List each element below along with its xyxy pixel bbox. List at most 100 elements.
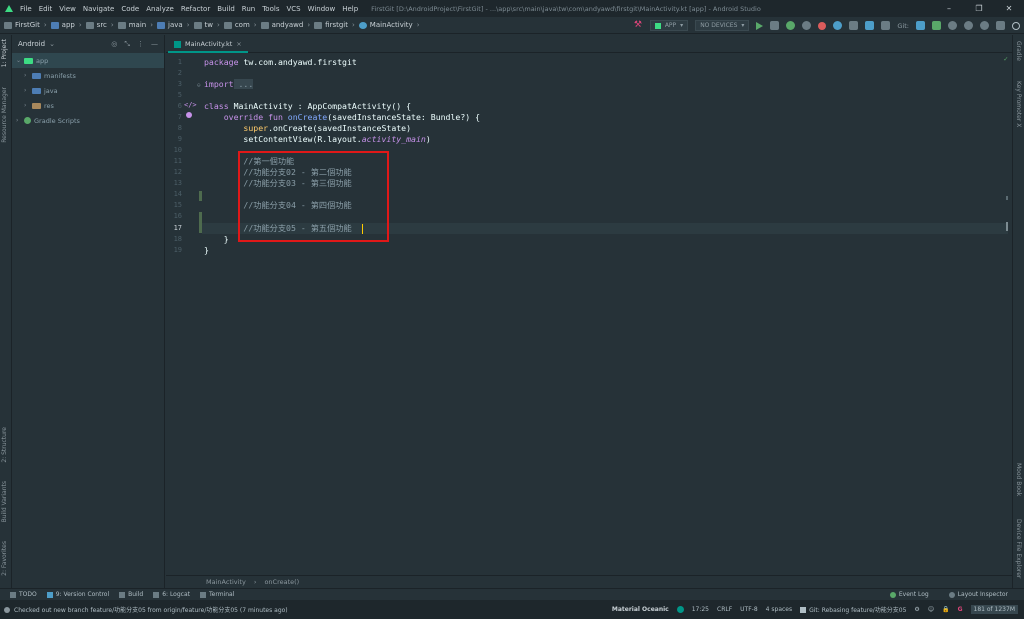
logcat-tab[interactable]: 6: Logcat — [153, 591, 190, 598]
debug-icon[interactable] — [786, 21, 796, 30]
tab-mainactivity[interactable]: MainActivity.kt × — [168, 37, 248, 53]
chevron-right-icon[interactable]: › — [24, 102, 32, 109]
rollback-icon[interactable] — [980, 21, 989, 30]
line-separator[interactable]: CRLF — [717, 606, 732, 613]
search-everywhere-icon[interactable] — [1012, 21, 1020, 30]
layout-inspector-icon[interactable] — [881, 21, 891, 30]
gradle-tab[interactable]: Gradle — [1015, 41, 1022, 61]
indent-setting[interactable]: 4 spaces — [766, 606, 792, 613]
mood-book-tab[interactable]: Mood Book — [1015, 463, 1022, 496]
structure-tab[interactable]: 2: Structure — [1, 427, 8, 463]
menu-view[interactable]: View — [59, 5, 76, 13]
git-push-icon[interactable] — [948, 21, 957, 30]
chevron-right-icon[interactable]: › — [24, 87, 32, 94]
menu-code[interactable]: Code — [121, 5, 139, 13]
tree-item-manifests[interactable]: › manifests — [12, 68, 164, 83]
apply-changes-icon[interactable] — [770, 21, 780, 30]
theme-name[interactable]: Material Oceanic — [612, 606, 669, 613]
target-icon[interactable]: ◎ — [111, 40, 117, 49]
restore-icon[interactable]: ❐ — [964, 0, 994, 17]
lock-icon[interactable]: 🔒 — [942, 606, 949, 613]
tree-item-java[interactable]: › java — [12, 83, 164, 98]
layout-inspector-tab[interactable]: Layout Inspector — [948, 591, 1008, 598]
profile-icon[interactable] — [802, 21, 812, 30]
inspection-ok-icon[interactable]: ✓ — [1004, 55, 1008, 63]
device-file-explorer-tab[interactable]: Device File Explorer — [1015, 519, 1022, 578]
chevron-down-icon: ▾ — [741, 22, 745, 29]
menu-help[interactable]: Help — [342, 5, 358, 13]
sdk-manager-icon[interactable] — [865, 21, 875, 30]
settings-icon[interactable]: ⚙ — [914, 606, 919, 613]
stop-icon[interactable] — [818, 21, 827, 30]
crumb-src[interactable]: src — [85, 21, 107, 29]
git-commit-icon[interactable] — [932, 21, 941, 30]
hammer-icon[interactable]: ⚒ — [634, 21, 643, 30]
history-icon[interactable] — [964, 21, 973, 30]
build-tab[interactable]: Build — [119, 591, 143, 598]
chevron-down-icon[interactable]: ⌄ — [16, 57, 24, 64]
favorites-tab[interactable]: 2: Favorites — [1, 541, 8, 576]
close-icon[interactable]: ✕ — [994, 0, 1024, 17]
crumb-main[interactable]: main — [117, 21, 146, 29]
status-message[interactable]: Checked out new branch feature/功能分支05 fr… — [14, 605, 288, 614]
more-options-icon[interactable]: ⋮ — [137, 40, 144, 49]
tree-item-app[interactable]: ⌄ app — [12, 53, 164, 68]
google-icon[interactable]: G — [958, 606, 963, 613]
crumb-andyawd[interactable]: andyawd — [260, 21, 303, 29]
project-structure-icon[interactable] — [996, 21, 1005, 30]
avd-manager-icon[interactable] — [849, 21, 859, 30]
class-gutter-icon[interactable]: </> — [184, 101, 197, 109]
tree-item-res[interactable]: › res — [12, 98, 164, 113]
memory-indicator[interactable]: 181 of 1237M — [970, 605, 1018, 614]
git-update-icon[interactable] — [916, 21, 925, 30]
package-icon — [314, 21, 323, 29]
event-log-tab[interactable]: Event Log — [889, 591, 929, 598]
run-icon[interactable] — [756, 21, 764, 30]
chevron-down-icon[interactable]: ⌄ — [49, 40, 55, 48]
crumb-project[interactable]: FirstGit — [4, 21, 40, 29]
key-promoter-tab[interactable]: Key Promoter X — [1015, 81, 1022, 127]
resource-manager-tab[interactable]: Resource Manager — [1, 87, 8, 143]
menu-build[interactable]: Build — [217, 5, 235, 13]
terminal-tab[interactable]: Terminal — [200, 591, 234, 598]
crumb-tw[interactable]: tw — [193, 21, 213, 29]
chevron-right-icon[interactable]: › — [16, 117, 24, 124]
override-gutter-icon[interactable] — [186, 112, 192, 118]
breadcrumb-class[interactable]: MainActivity — [206, 578, 246, 586]
project-view-mode[interactable]: Android — [18, 40, 45, 48]
menu-navigate[interactable]: Navigate — [83, 5, 114, 13]
device-select[interactable]: NO DEVICES ▾ — [695, 20, 750, 31]
breadcrumb-function[interactable]: onCreate() — [264, 578, 299, 586]
file-encoding[interactable]: UTF-8 — [740, 606, 758, 613]
crumb-java[interactable]: java — [157, 21, 183, 29]
collapse-all-icon[interactable]: ⤡ — [124, 40, 130, 49]
menu-refactor[interactable]: Refactor — [181, 5, 210, 13]
close-tab-icon[interactable]: × — [236, 40, 241, 48]
menu-vcs[interactable]: VCS — [286, 5, 300, 13]
git-branch-status[interactable]: Git: Rebasing feature/功能分支05 — [800, 605, 906, 614]
version-control-tab[interactable]: 9: Version Control — [46, 591, 109, 598]
caret-position[interactable]: 17:25 — [692, 606, 709, 613]
project-tool-tab[interactable]: 1: Project — [1, 39, 8, 67]
code-editor[interactable]: package tw.com.andyawd.firstgit import .… — [202, 54, 1012, 574]
crumb-com[interactable]: com — [223, 21, 250, 29]
chevron-right-icon[interactable]: › — [24, 72, 32, 79]
menu-tools[interactable]: Tools — [262, 5, 279, 13]
hide-panel-icon[interactable]: — — [151, 40, 158, 49]
crumb-mainactivity[interactable]: MainActivity — [358, 21, 413, 29]
build-variants-tab[interactable]: Build Variants — [1, 481, 8, 522]
sync-icon[interactable] — [833, 21, 843, 30]
menu-run[interactable]: Run — [242, 5, 255, 13]
run-config-select[interactable]: APP ▾ — [649, 20, 689, 31]
todo-tab[interactable]: TODO — [10, 591, 37, 598]
menu-file[interactable]: File — [20, 5, 32, 13]
tree-item-gradle-scripts[interactable]: › Gradle Scripts — [12, 113, 164, 128]
minimize-icon[interactable]: – — [934, 0, 964, 17]
menu-window[interactable]: Window — [308, 5, 336, 13]
crumb-app[interactable]: app — [50, 21, 75, 29]
menu-analyze[interactable]: Analyze — [146, 5, 174, 13]
fold-icon[interactable]: ⊖ — [197, 82, 201, 89]
face-icon[interactable]: ☺ — [928, 606, 934, 613]
crumb-firstgit[interactable]: firstgit — [314, 21, 348, 29]
menu-edit[interactable]: Edit — [39, 5, 53, 13]
